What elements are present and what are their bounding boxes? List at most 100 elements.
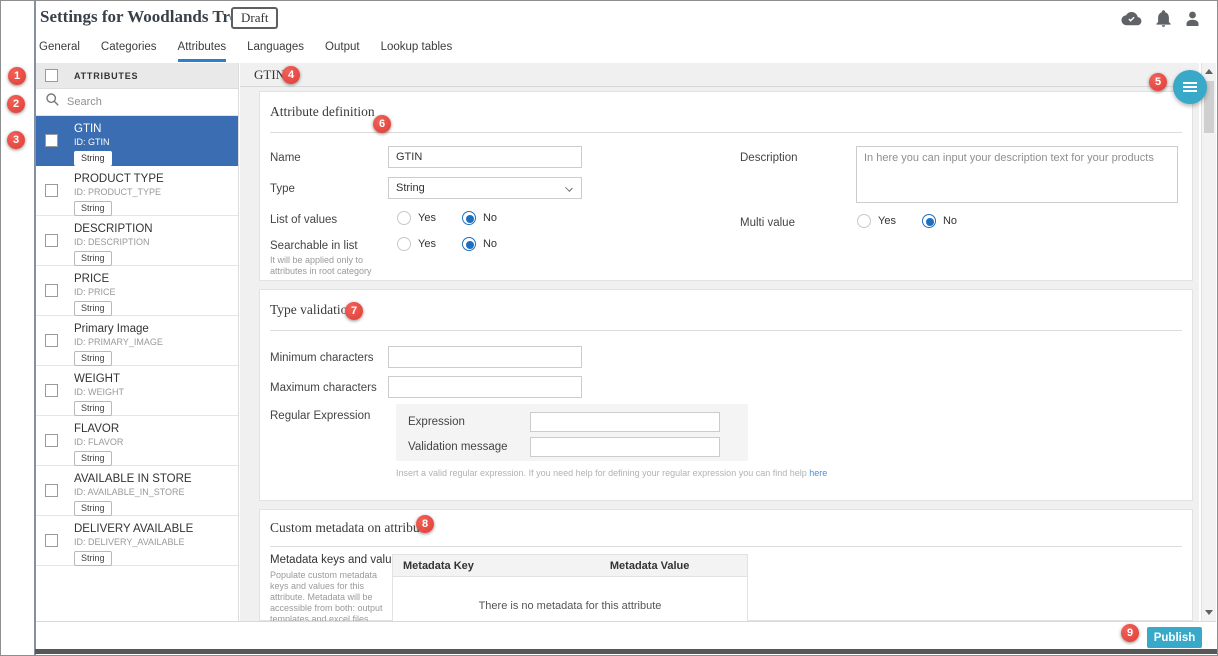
min-characters-label: Minimum characters [270,352,374,364]
attribute-name: PRODUCT TYPE [74,173,234,186]
searchable-label: Searchable in list [270,240,358,252]
radio-no[interactable]: No [922,214,957,228]
radio-circle [397,237,411,251]
footer-bar [36,621,1216,648]
attribute-checkbox[interactable] [45,284,58,297]
attribute-type-badge: String [74,151,112,166]
section-divider [270,330,1182,331]
selected-attribute-header: GTIN [240,63,1199,87]
type-select-value: String [396,182,425,194]
attribute-id: ID: PRIMARY_IMAGE [74,337,234,348]
radio-circle [922,214,936,228]
tab-general[interactable]: General [39,41,80,62]
type-select[interactable]: String [388,177,582,199]
attribute-definition-section: Attribute definition Name Type String Li… [259,91,1193,281]
scroll-down-arrow-icon[interactable] [1205,610,1213,615]
attribute-type-badge: String [74,351,112,366]
metadata-key-header: Metadata Key [393,560,552,572]
attribute-checkbox[interactable] [45,134,58,147]
radio-circle [397,211,411,225]
publish-button[interactable]: Publish [1147,627,1202,648]
attribute-list: GTIN ID: GTIN String PRODUCT TYPE ID: PR… [36,116,238,566]
radio-circle [462,211,476,225]
attribute-list-item[interactable]: PRICE ID: PRICE String [36,266,238,316]
attribute-name: FLAVOR [74,423,234,436]
list-of-values-label: List of values [270,214,337,226]
vertical-scrollbar[interactable] [1201,63,1216,621]
scroll-up-arrow-icon[interactable] [1205,69,1213,74]
tab-lookup-tables[interactable]: Lookup tables [381,41,453,62]
bell-icon[interactable] [1156,10,1171,27]
metadata-empty-state: There is no metadata for this attribute [393,577,747,621]
section-title: Attribute definition [270,104,375,120]
search-row [36,89,238,116]
attributes-sidebar: ATTRIBUTES GTIN ID: GTIN String PRODUCT … [36,63,239,621]
attribute-type-badge: String [74,201,112,216]
attribute-checkbox[interactable] [45,334,58,347]
type-validation-section: Type validation Minimum characters Maxim… [259,289,1193,501]
regex-help-link[interactable]: here [809,468,827,478]
radio-circle [462,237,476,251]
attribute-checkbox[interactable] [45,534,58,547]
expression-field[interactable] [530,412,720,432]
status-badge: Draft [231,7,278,29]
attribute-list-item[interactable]: PRODUCT TYPE ID: PRODUCT_TYPE String [36,166,238,216]
description-field[interactable] [856,146,1178,203]
attribute-name: PRICE [74,273,234,286]
attribute-checkbox[interactable] [45,484,58,497]
radio-yes[interactable]: Yes [857,214,896,228]
tab-bar: General Categories Attributes Languages Outp… [39,41,452,62]
attribute-list-item[interactable]: AVAILABLE IN STORE ID: AVAILABLE_IN_STOR… [36,466,238,516]
max-characters-field[interactable] [388,376,582,398]
searchable-radio-group: Yes No [397,237,497,251]
attribute-checkbox[interactable] [45,384,58,397]
attribute-id: ID: PRICE [74,287,234,298]
attribute-list-item[interactable]: WEIGHT ID: WEIGHT String [36,366,238,416]
attribute-checkbox[interactable] [45,234,58,247]
person-icon[interactable] [1185,11,1200,27]
regex-help-text: Insert a valid regular expression. If yo… [396,468,827,478]
metadata-keys-label: Metadata keys and values [270,554,404,566]
attribute-name: DELIVERY AVAILABLE [74,523,234,536]
attribute-checkbox[interactable] [45,434,58,447]
tab-attributes[interactable]: Attributes [178,41,227,62]
annotation-badge-9: 9 [1121,624,1139,642]
main-panel: GTIN Attribute definition Name Type Stri… [240,63,1199,621]
attribute-list-item[interactable]: FLAVOR ID: FLAVOR String [36,416,238,466]
section-title: Custom metadata on attribute [270,520,429,536]
radio-yes[interactable]: Yes [397,211,436,225]
validation-message-field[interactable] [530,437,720,457]
attribute-type-badge: String [74,401,112,416]
annotation-badge-1: 1 [8,67,26,85]
expression-label: Expression [408,416,465,428]
app-window: Settings for Woodlands Treats Draft Gene… [0,0,1218,656]
menu-fab-button[interactable] [1173,70,1207,104]
annotation-badge-6: 6 [373,115,391,133]
min-characters-field[interactable] [388,346,582,368]
annotation-badge-3: 3 [7,131,25,149]
tab-categories[interactable]: Categories [101,41,157,62]
section-title: Type validation [270,302,354,318]
attribute-list-item[interactable]: DELIVERY AVAILABLE ID: DELIVERY_AVAILABL… [36,516,238,566]
attribute-checkbox[interactable] [45,184,58,197]
tab-languages[interactable]: Languages [247,41,304,62]
regex-box: Expression Validation message [396,404,748,461]
radio-no[interactable]: No [462,211,497,225]
window-bottom-edge [35,649,1217,654]
select-all-checkbox[interactable] [45,69,58,82]
tab-output[interactable]: Output [325,41,360,62]
attribute-type-badge: String [74,551,112,566]
attribute-list-item[interactable]: DESCRIPTION ID: DESCRIPTION String [36,216,238,266]
radio-yes[interactable]: Yes [397,237,436,251]
attribute-list-item[interactable]: GTIN ID: GTIN String [36,116,238,166]
sidebar-header-label: ATTRIBUTES [74,71,138,81]
annotation-badge-4: 4 [282,66,300,84]
metadata-value-header: Metadata Value [552,560,747,572]
attribute-list-item[interactable]: Primary Image ID: PRIMARY_IMAGE String [36,316,238,366]
cloud-check-icon[interactable] [1121,11,1142,26]
name-field[interactable] [388,146,582,168]
attribute-id: ID: WEIGHT [74,387,234,398]
search-input[interactable] [67,96,217,108]
radio-no[interactable]: No [462,237,497,251]
multi-value-radio-group: Yes No [857,214,957,228]
